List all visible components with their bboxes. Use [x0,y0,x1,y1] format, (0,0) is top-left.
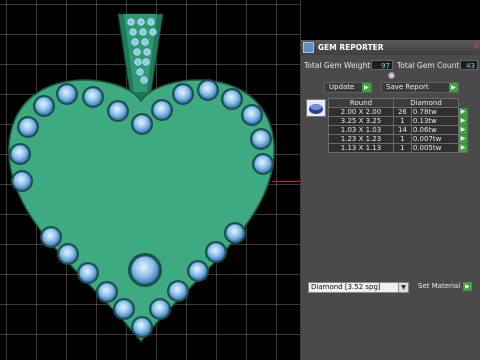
save-report-button-label: Save Report [386,83,429,91]
gem-thumbnail [306,99,326,117]
gem-weight: 0.005tw [410,143,460,153]
update-button-label: Update [329,83,355,91]
save-report-button[interactable]: Save Report ▶ [381,82,459,93]
row-select-arrow-icon[interactable]: ▶ [458,116,468,126]
bail-stone [129,28,137,36]
pave-stone [187,260,209,282]
gem-weight: 0.78tw [410,107,460,117]
total-gem-count-value: 43 [460,60,478,70]
row-select-arrow-icon[interactable]: ▶ [458,125,468,135]
bail-stone [136,68,144,76]
gem-table: Round Diamond 2.00 X 2.00 26 0.78tw ▶ 3.25 X… [328,98,468,153]
bail-stone [134,58,142,66]
bail-stone [140,76,148,84]
set-material-button-label: Set Material [418,282,461,290]
material-spg: [3.52 spg] [344,283,381,291]
pave-stone [107,100,129,122]
gem-size: 1.23 X 1.23 [328,134,394,144]
gem-count: 14 [392,125,412,135]
bail-stone [147,18,155,26]
pave-stone [57,243,79,265]
gem-size: 1.13 X 1.13 [328,143,394,153]
table-row: 3.25 X 3.25 1 0.13tw ▶ [328,116,468,126]
pave-stone [172,83,194,105]
total-gem-weight-label: Total Gem Weight [304,61,371,70]
gem-weight: 0.007tw [410,134,460,144]
pave-stone [252,153,274,175]
row-select-arrow-icon[interactable]: ▶ [458,134,468,144]
pave-stone [9,143,31,165]
pave-stone [56,83,78,105]
gem-table-header: Round Diamond [328,98,468,108]
gem-count: 1 [392,143,412,153]
pave-stone [113,298,135,320]
header-material: Diamond [392,98,460,108]
pave-stone [82,86,104,108]
center-stone [130,255,160,285]
pave-stone [96,281,118,303]
bail-stone [131,38,139,46]
pave-stone [167,280,189,302]
bail-stone [137,18,145,26]
pave-stone [131,316,153,338]
bail-stone [142,58,150,66]
gem-size: 2.00 X 2.00 [328,107,394,117]
gem-size: 1.03 X 1.03 [328,125,394,135]
table-row: 1.03 X 1.03 14 0.06tw ▶ [328,125,468,135]
header-shape: Round [328,98,394,108]
pave-stone [17,116,39,138]
collapse-toggle[interactable] [388,72,395,79]
gem-weight: 0.13tw [410,116,460,126]
bail-stone [149,28,157,36]
pave-stone [221,88,243,110]
gem-count: 1 [392,116,412,126]
bail-stone [141,38,149,46]
pave-stone [131,113,153,135]
save-report-arrow-icon: ▶ [449,83,458,92]
bail-stone [127,18,135,26]
table-row: 2.00 X 2.00 26 0.78tw ▶ [328,107,468,117]
3d-viewport[interactable] [0,0,300,360]
pave-stone [151,99,173,121]
pave-stone [241,104,263,126]
header-spacer [458,98,468,108]
material-name: Diamond [311,283,343,291]
row-select-arrow-icon[interactable]: ▶ [458,143,468,153]
total-gem-weight-value: 97 [371,60,393,70]
gem-count: 26 [392,107,412,117]
update-arrow-icon: ▶ [362,83,371,92]
row-select-arrow-icon[interactable]: ▶ [458,107,468,117]
bail-stone [133,48,141,56]
app-icon [303,42,314,53]
pave-stone [224,222,246,244]
pave-stone [149,298,171,320]
update-button[interactable]: Update ▶ [324,82,372,93]
bail-stone [143,48,151,56]
pave-stone [40,226,62,248]
total-gem-count-label: Total Gem Count [397,61,460,70]
pave-stone [77,262,99,284]
dropdown-arrow-icon: ▼ [398,283,408,292]
panel-header: GEM REPORTER ✕ [301,40,480,55]
gem-count: 1 [392,134,412,144]
gem-size: 3.25 X 3.25 [328,116,394,126]
bail-stone [139,28,147,36]
table-row: 1.23 X 1.23 1 0.007tw ▶ [328,134,468,144]
pendant-model [8,13,275,343]
pave-stone [205,241,227,263]
material-select[interactable]: Diamond [3.52 spg] ▼ [308,282,409,293]
gem-weight: 0.06tw [410,125,460,135]
panel-title: GEM REPORTER [318,43,384,52]
pave-stone [197,79,219,101]
pave-stone [33,95,55,117]
table-row: 1.13 X 1.13 1 0.005tw ▶ [328,143,468,153]
x-axis-line [272,181,300,182]
gem-reporter-panel: GEM REPORTER ✕ Total Gem Weight 97 Total… [301,40,480,360]
set-material-arrow-icon: ▶ [463,282,472,291]
set-material-button[interactable]: Set Material ▶ [414,282,472,293]
pave-stone [250,128,272,150]
close-icon[interactable]: ✕ [472,42,480,53]
pave-stone [11,170,33,192]
